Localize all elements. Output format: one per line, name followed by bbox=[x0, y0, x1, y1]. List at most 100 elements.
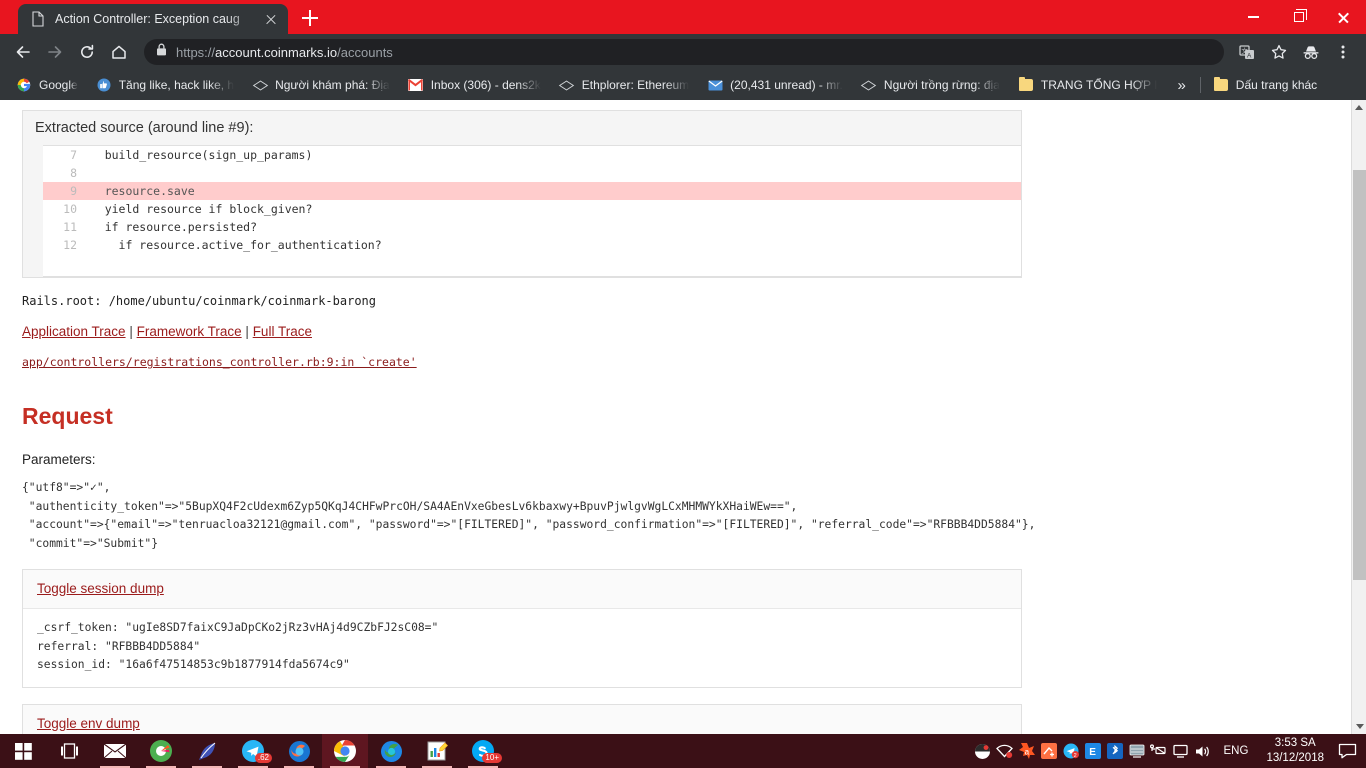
window-controls bbox=[1231, 0, 1366, 34]
notification-icon[interactable] bbox=[1332, 734, 1362, 768]
firefox-app-button[interactable] bbox=[276, 734, 322, 768]
browser-window: Action Controller: Exception caug https:… bbox=[0, 0, 1366, 734]
page-icon bbox=[30, 11, 46, 27]
page-scrollbar[interactable] bbox=[1351, 100, 1366, 734]
language-indicator[interactable]: ENG bbox=[1214, 745, 1259, 757]
other-bookmarks-folder[interactable]: Dấu trang khác bbox=[1205, 74, 1325, 96]
code-padding bbox=[43, 254, 1021, 276]
firefox-dev-app-button[interactable] bbox=[368, 734, 414, 768]
feather-editor-app-button[interactable] bbox=[184, 734, 230, 768]
display-icon[interactable] bbox=[1170, 734, 1192, 768]
forward-arrow-icon[interactable] bbox=[40, 37, 70, 67]
bookmark-folder[interactable]: TRANG TỔNG HỢP I bbox=[1010, 74, 1166, 96]
line-number: 10 bbox=[43, 200, 77, 218]
url-text: https://account.coinmarks.io/accounts bbox=[176, 45, 393, 60]
clock[interactable]: 3:53 SA 13/12/2018 bbox=[1258, 736, 1332, 766]
framework-trace-link[interactable]: Framework Trace bbox=[137, 324, 242, 339]
env-dump-header: Toggle env dump bbox=[23, 704, 1021, 734]
lock-icon bbox=[156, 43, 167, 61]
folder-icon bbox=[1018, 76, 1034, 93]
eset-icon[interactable]: E bbox=[1082, 734, 1104, 768]
scrollbar-thumb[interactable] bbox=[1353, 170, 1366, 580]
browser-tab[interactable]: Action Controller: Exception caug bbox=[18, 4, 288, 34]
telegram-app-button[interactable]: .62 bbox=[230, 734, 276, 768]
bookmark-label: Người khám phá: Địa bbox=[275, 78, 390, 92]
vga-icon[interactable] bbox=[1148, 734, 1170, 768]
show-hidden-icons-button[interactable] bbox=[972, 734, 994, 768]
toggle-session-dump-link[interactable]: Toggle session dump bbox=[37, 581, 164, 596]
page-viewport: Extracted source (around line #9): 7 bui… bbox=[0, 100, 1366, 734]
code-line: 10 yield resource if block_given? bbox=[43, 200, 1021, 218]
bookmark-label: Tăng like, hack like, h bbox=[118, 78, 235, 92]
translate-icon[interactable]: 文A bbox=[1232, 37, 1262, 67]
maximize-button[interactable] bbox=[1276, 0, 1321, 34]
bookmark-label: (20,431 unread) - mr. bbox=[730, 78, 843, 92]
bookmark-item[interactable]: Tăng like, hack like, h bbox=[88, 74, 242, 96]
line-code: yield resource if block_given? bbox=[77, 202, 313, 216]
skype-app-button[interactable]: 10+ bbox=[460, 734, 506, 768]
chrome-app-button[interactable] bbox=[322, 734, 368, 768]
bookmark-star-icon[interactable] bbox=[1264, 37, 1294, 67]
extracted-source-panel: Extracted source (around line #9): 7 bui… bbox=[22, 110, 1022, 278]
bookmark-label: Người trồng rừng: địa bbox=[883, 78, 1000, 92]
reload-icon[interactable] bbox=[72, 37, 102, 67]
bookmark-item[interactable]: Người khám phá: Địa bbox=[244, 74, 398, 96]
bookmarks-overflow-button[interactable]: » bbox=[1167, 77, 1195, 94]
network-tray-icon[interactable] bbox=[1126, 734, 1148, 768]
error-page: Extracted source (around line #9): 7 bui… bbox=[0, 100, 1351, 734]
minimize-button[interactable] bbox=[1231, 0, 1276, 34]
volume-icon[interactable] bbox=[1192, 734, 1214, 768]
line-number: 9 bbox=[43, 182, 77, 200]
address-bar[interactable]: https://account.coinmarks.io/accounts bbox=[144, 39, 1224, 65]
trace-file-link[interactable]: app/controllers/registrations_controller… bbox=[22, 355, 417, 369]
telegram-tray-icon[interactable]: 2 bbox=[1060, 734, 1082, 768]
gmail-icon bbox=[408, 77, 424, 93]
new-tab-button[interactable] bbox=[296, 4, 324, 32]
scroll-down-arrow-icon[interactable] bbox=[1352, 719, 1366, 734]
line-code: build_resource(sign_up_params) bbox=[77, 148, 313, 162]
bluetooth-icon[interactable] bbox=[1104, 734, 1126, 768]
line-number: 11 bbox=[43, 218, 77, 236]
clock-time: 3:53 SA bbox=[1274, 737, 1316, 749]
code-line: 8 bbox=[43, 164, 1021, 182]
diamond-icon bbox=[861, 77, 877, 93]
incognito-icon[interactable] bbox=[1296, 37, 1326, 67]
notepad-app-button[interactable] bbox=[414, 734, 460, 768]
driver-icon[interactable] bbox=[1038, 734, 1060, 768]
close-icon[interactable] bbox=[262, 10, 280, 28]
hola-vpn-app-button[interactable] bbox=[138, 734, 184, 768]
code-line: 12 if resource.active_for_authentication… bbox=[43, 236, 1021, 254]
trace-body: app/controllers/registrations_controller… bbox=[22, 355, 1022, 369]
chrome-menu-icon[interactable] bbox=[1328, 37, 1358, 67]
line-number: 12 bbox=[43, 236, 77, 254]
task-view-button[interactable] bbox=[46, 734, 92, 768]
bookmark-label: Ethplorer: Ethereum bbox=[581, 78, 690, 92]
thumbsup-icon bbox=[96, 77, 112, 93]
diamond-icon bbox=[252, 77, 268, 93]
start-button[interactable] bbox=[0, 734, 46, 768]
avast-icon[interactable]: a bbox=[1016, 734, 1038, 768]
full-trace-link[interactable]: Full Trace bbox=[253, 324, 312, 339]
session-dump-body: _csrf_token: "ugIe8SD7faixC9JaDpCKo2jRz3… bbox=[37, 621, 439, 671]
bookmark-item[interactable]: Inbox (306) - dens2k bbox=[400, 74, 549, 96]
application-trace-link[interactable]: Application Trace bbox=[22, 324, 126, 339]
scroll-up-arrow-icon[interactable] bbox=[1352, 100, 1366, 115]
bookmark-item[interactable]: (20,431 unread) - mr. bbox=[699, 74, 851, 96]
env-dump-panel: Toggle env dump bbox=[22, 703, 1022, 734]
mail-app-button[interactable] bbox=[92, 734, 138, 768]
back-arrow-icon[interactable] bbox=[8, 37, 38, 67]
home-icon[interactable] bbox=[104, 37, 134, 67]
toggle-env-dump-link[interactable]: Toggle env dump bbox=[37, 716, 140, 731]
line-number: 8 bbox=[43, 164, 77, 182]
skype-badge: 10+ bbox=[482, 753, 502, 763]
bookmark-item[interactable]: Ethplorer: Ethereum bbox=[551, 74, 697, 96]
bookmark-item[interactable]: Người trồng rừng: địa bbox=[853, 74, 1008, 96]
wifi-warning-icon[interactable] bbox=[994, 734, 1016, 768]
code-line: 7 build_resource(sign_up_params) bbox=[43, 146, 1021, 164]
line-code: if resource.active_for_authentication? bbox=[77, 238, 382, 252]
url-scheme: https:// bbox=[176, 44, 216, 60]
other-bookmarks-label: Dấu trang khác bbox=[1235, 78, 1318, 92]
svg-text:E: E bbox=[1089, 747, 1096, 758]
close-window-button[interactable] bbox=[1321, 0, 1366, 34]
bookmark-item[interactable]: Google bbox=[8, 74, 86, 96]
